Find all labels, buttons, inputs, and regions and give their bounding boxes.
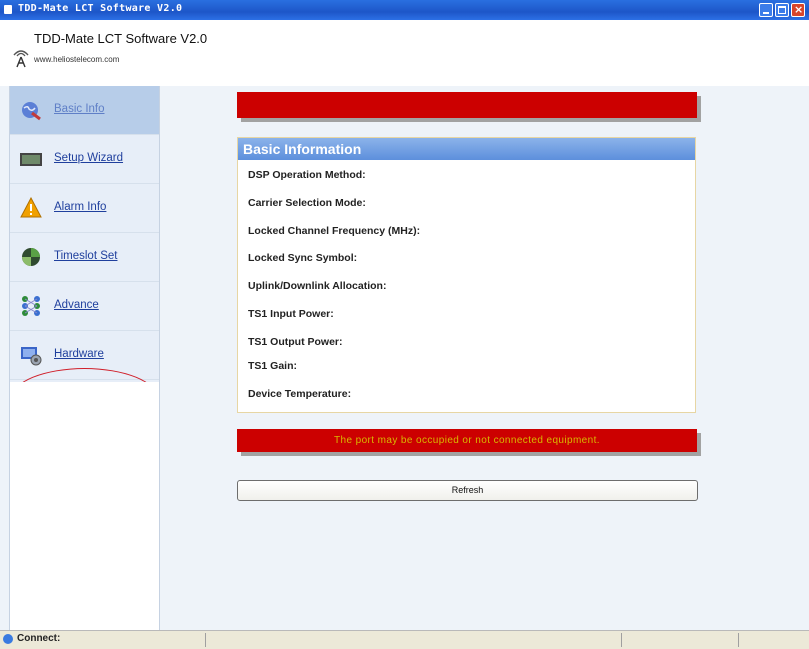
field-dsp-operation-method: DSP Operation Method: — [248, 169, 366, 181]
sidebar-item-setup-wizard[interactable]: Setup Wizard — [10, 135, 159, 184]
error-message-text: The port may be occupied or not connecte… — [334, 435, 600, 446]
field-locked-channel-frequency: Locked Channel Frequency (MHz): — [248, 225, 421, 237]
sidebar-item-alarm-info[interactable]: Alarm Info — [10, 184, 159, 233]
window-titlebar: TDD-Mate LCT Software V2.0 × — [0, 0, 809, 20]
top-status-bar — [237, 92, 697, 118]
minimize-icon — [763, 12, 769, 14]
sidebar-item-timeslot-set[interactable]: Timeslot Set — [10, 233, 159, 282]
app-window-icon — [4, 5, 12, 14]
status-bar: Connect: — [0, 630, 809, 649]
maximize-icon — [778, 6, 786, 14]
basic-info-panel: Basic Information DSP Operation Method: … — [237, 137, 696, 413]
advance-icon — [22, 296, 40, 316]
maximize-button[interactable] — [775, 3, 789, 17]
status-divider — [621, 633, 622, 647]
sidebar-item-advance[interactable]: Advance — [10, 282, 159, 331]
status-divider — [738, 633, 739, 647]
field-ts1-output-power: TS1 Output Power: — [248, 336, 343, 348]
error-message-bar: The port may be occupied or not connecte… — [237, 429, 697, 452]
company-url: www.heliostelecom.com — [34, 55, 120, 64]
hardware-icon — [21, 347, 42, 366]
setup-icon — [20, 153, 42, 166]
timeslot-icon — [22, 248, 40, 266]
panel-title: Basic Information — [243, 141, 362, 157]
warning-icon — [20, 197, 42, 218]
field-ts1-input-power: TS1 Input Power: — [248, 308, 334, 320]
status-divider — [205, 633, 206, 647]
sidebar-item-label: Setup Wizard — [54, 152, 124, 164]
sidebar-item-basic-info[interactable]: Basic Info — [10, 86, 159, 135]
sidebar-item-label: Hardware — [54, 348, 104, 360]
panel-header: Basic Information — [238, 138, 695, 160]
close-icon: × — [794, 3, 804, 16]
sidebar-item-label: Timeslot Set — [54, 250, 118, 262]
antenna-logo-icon — [13, 50, 29, 68]
globe-icon — [22, 102, 41, 121]
app-name: TDD-Mate LCT Software V2.0 — [34, 31, 208, 46]
sidebar-item-label: Advance — [54, 299, 99, 311]
app-header: TDD-Mate LCT Software V2.0 www.heliostel… — [0, 20, 809, 87]
sidebar-nav: Basic Info Setup Wizard Alarm Info Times… — [10, 86, 160, 429]
field-locked-sync-symbol: Locked Sync Symbol: — [248, 252, 358, 264]
connect-status-icon — [3, 634, 13, 644]
sidebar-item-label: Alarm Info — [54, 201, 107, 213]
sidebar-item-label: Basic Info — [54, 103, 105, 115]
close-button[interactable]: × — [791, 3, 805, 17]
field-carrier-selection-mode: Carrier Selection Mode: — [248, 197, 366, 209]
field-ts1-gain: TS1 Gain: — [248, 360, 298, 372]
sidebar-empty-area — [10, 382, 160, 630]
left-border-strip — [0, 86, 10, 630]
minimize-button[interactable] — [759, 3, 773, 17]
refresh-button[interactable]: Refresh — [237, 480, 698, 501]
field-uplink-downlink-allocation: Uplink/Downlink Allocation: — [248, 280, 387, 292]
field-device-temperature: Device Temperature: — [248, 388, 352, 400]
connect-status-text: Connect: — [17, 633, 61, 644]
window-title: TDD-Mate LCT Software V2.0 — [18, 3, 183, 14]
